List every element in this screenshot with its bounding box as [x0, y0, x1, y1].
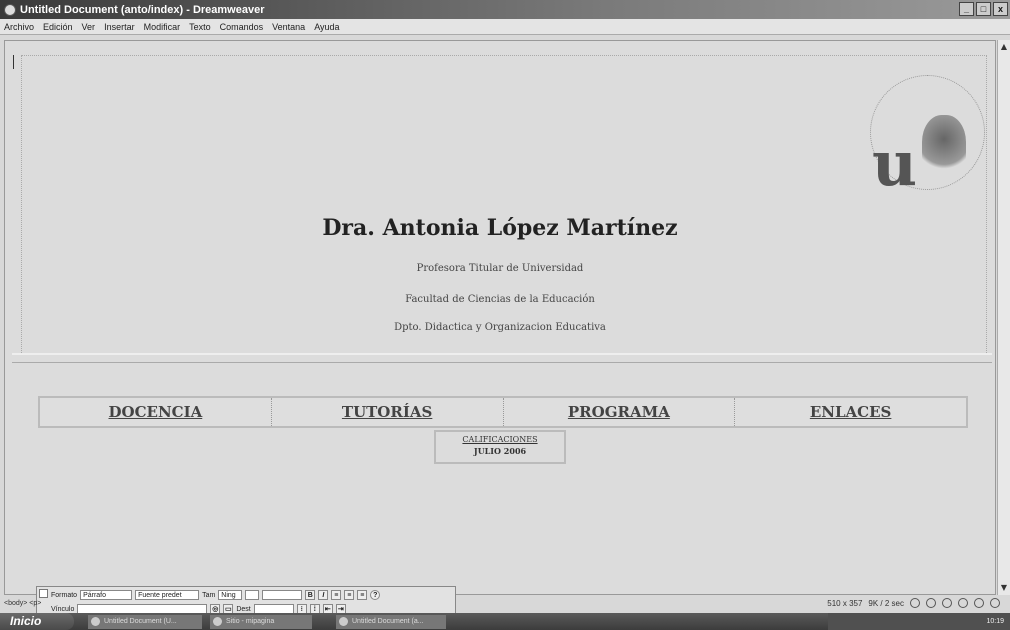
taskbar-item[interactable]: Sitio - mipagina — [210, 614, 312, 629]
subtitle-department: Dpto. Didactica y Organizacion Educativa — [394, 322, 606, 333]
assets-icon[interactable] — [926, 598, 936, 608]
menu-modificar[interactable]: Modificar — [144, 22, 181, 32]
dreamweaver-icon — [4, 3, 16, 16]
nav-table: DOCENCIA TUTORÍAS PROGRAMA ENLACES — [38, 396, 968, 428]
history-icon[interactable] — [990, 598, 1000, 608]
calificaciones-box: CALIFICACIONES JULIO 2006 — [434, 430, 566, 464]
font-select[interactable]: Fuente predet — [135, 590, 200, 600]
menu-edicion[interactable]: Edición — [43, 22, 73, 32]
text-caret — [13, 55, 14, 69]
window-title: Untitled Document (anto/index) - Dreamwe… — [20, 3, 265, 16]
format-select[interactable]: Párrafo — [80, 590, 133, 600]
download-size: 9K / 2 sec — [868, 598, 904, 608]
nav-cell-docencia: DOCENCIA — [40, 398, 272, 426]
menu-comandos[interactable]: Comandos — [220, 22, 264, 32]
bold-button[interactable]: B — [305, 590, 316, 600]
start-button[interactable]: Inicio — [0, 613, 74, 630]
title-bar: Untitled Document (anto/index) - Dreamwe… — [0, 0, 1010, 19]
menu-texto[interactable]: Texto — [189, 22, 211, 32]
format-label: Formato — [51, 591, 78, 599]
menu-ventana[interactable]: Ventana — [272, 22, 305, 32]
clock: 10:19 — [986, 618, 1004, 625]
nav-cell-programa: PROGRAMA — [504, 398, 736, 426]
taskbar: Inicio Untitled Document (U... Sitio - m… — [0, 613, 1010, 630]
university-logo: u — [860, 75, 990, 205]
nav-link-docencia[interactable]: DOCENCIA — [109, 403, 203, 421]
css-icon[interactable] — [974, 598, 984, 608]
link-label: Vínculo — [51, 605, 75, 613]
scroll-up-icon[interactable]: ▲ — [999, 42, 1009, 52]
scroll-down-icon[interactable]: ▼ — [999, 583, 1009, 593]
page-title: Dra. Antonia López Martínez — [322, 215, 678, 241]
color-input[interactable] — [262, 590, 303, 600]
panel-expander-icon[interactable] — [39, 589, 48, 598]
target-label: Dest — [236, 605, 251, 613]
nav-cell-tutorias: TUTORÍAS — [272, 398, 504, 426]
nav-cell-enlaces: ENLACES — [735, 398, 966, 426]
horizontal-rule — [12, 353, 992, 363]
logo-letter: u — [872, 127, 918, 200]
menu-ayuda[interactable]: Ayuda — [314, 22, 339, 32]
logo-emblem-icon — [922, 115, 966, 175]
nav-link-programa[interactable]: PROGRAMA — [568, 403, 670, 421]
calificaciones-date: JULIO 2006 — [473, 446, 527, 456]
size-label: Tam — [202, 591, 216, 599]
maximize-button[interactable]: □ — [976, 2, 991, 16]
tag-selector[interactable]: <body> <p> — [4, 600, 41, 607]
italic-button[interactable]: I — [318, 590, 329, 600]
align-right-button[interactable]: ≡ — [357, 590, 368, 600]
calificaciones-link[interactable]: CALIFICACIONES — [436, 435, 564, 444]
document-canvas[interactable] — [4, 40, 996, 595]
subtitle-position: Profesora Titular de Universidad — [416, 263, 584, 274]
system-tray: 10:19 — [828, 613, 1010, 630]
taskbar-item-active[interactable]: Untitled Document (a... — [336, 614, 446, 629]
help-icon[interactable]: ? — [370, 590, 381, 600]
menu-ver[interactable]: Ver — [82, 22, 96, 32]
status-bar: 510 x 357 9K / 2 sec — [827, 598, 1000, 608]
menu-bar: Archivo Edición Ver Insertar Modificar T… — [0, 19, 1010, 35]
window-size[interactable]: 510 x 357 — [827, 599, 862, 608]
align-left-button[interactable]: ≡ — [331, 590, 342, 600]
behaviors-icon[interactable] — [942, 598, 952, 608]
menu-insertar[interactable]: Insertar — [104, 22, 135, 32]
taskbar-item[interactable]: Untitled Document (U... — [88, 614, 202, 629]
nav-link-tutorias[interactable]: TUTORÍAS — [342, 403, 432, 421]
code-icon[interactable] — [958, 598, 968, 608]
size-select[interactable]: Ning — [218, 590, 243, 600]
properties-row-format: Formato Párrafo Fuente predet Tam Ning B… — [51, 590, 381, 600]
vertical-scrollbar[interactable]: ▲ ▼ — [997, 40, 1010, 595]
nav-link-enlaces[interactable]: ENLACES — [810, 403, 892, 421]
align-center-button[interactable]: ≡ — [344, 590, 355, 600]
close-button[interactable]: x — [993, 2, 1008, 16]
color-swatch[interactable] — [245, 590, 260, 600]
site-icon[interactable] — [910, 598, 920, 608]
menu-archivo[interactable]: Archivo — [4, 22, 34, 32]
minimize-button[interactable]: _ — [959, 2, 974, 16]
window-controls: _ □ x — [959, 2, 1008, 16]
subtitle-faculty: Facultad de Ciencias de la Educación — [405, 294, 595, 305]
header-table — [21, 55, 987, 355]
